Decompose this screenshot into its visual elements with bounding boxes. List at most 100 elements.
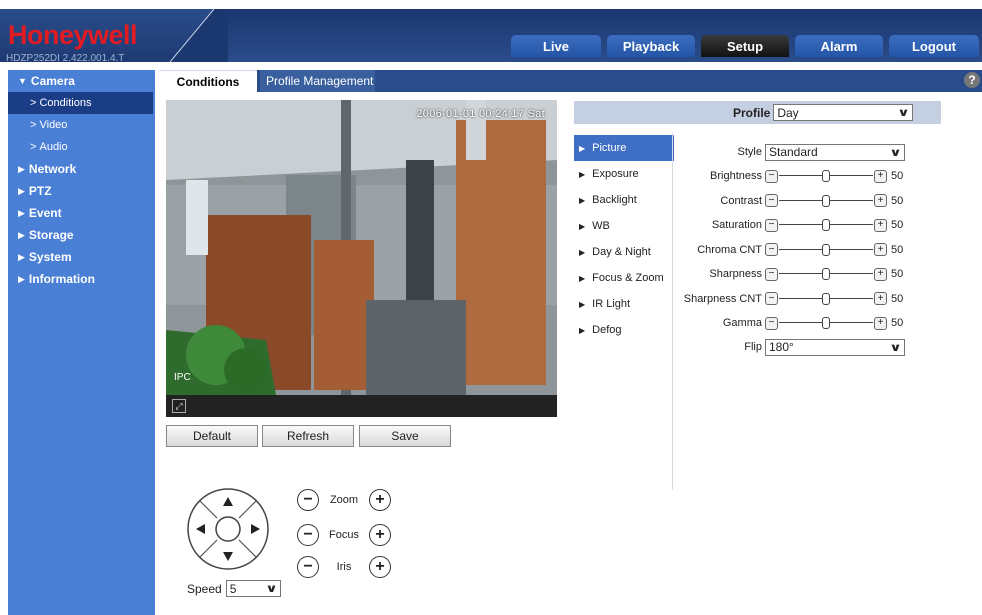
sidebar: ▼ Camera > Conditions > Video > Audio ▶ Ne… <box>8 70 155 615</box>
speed-label: Speed <box>187 581 222 596</box>
decrease-icon[interactable]: − <box>765 267 778 281</box>
slider-handle[interactable] <box>822 317 830 329</box>
help-icon[interactable]: ? <box>964 72 980 88</box>
chevron-down-icon: ∨ <box>889 146 902 159</box>
increase-icon[interactable]: + <box>874 243 887 256</box>
slider-value: 50 <box>891 170 904 182</box>
slider-track[interactable] <box>779 243 873 256</box>
iris-close-button[interactable]: − <box>297 556 319 578</box>
collapsed-triangle-icon: ▶ <box>18 251 25 262</box>
menu-item-exposure[interactable]: ▶ Exposure <box>574 161 674 187</box>
live-video-preview: 2006-01-01 00:24:17 Sat IPC ⤢ <box>166 100 557 417</box>
sidebar-item-event[interactable]: ▶ Event <box>8 202 155 224</box>
menu-item-backlight[interactable]: ▶ Backlight <box>574 187 674 213</box>
decrease-icon[interactable]: − <box>765 169 778 183</box>
brand-logo: Honeywell <box>8 20 138 50</box>
profile-select[interactable]: Day ∨ <box>773 104 914 121</box>
slider-track[interactable] <box>779 317 873 329</box>
decrease-icon[interactable]: − <box>765 218 778 232</box>
menu-item-ir-light[interactable]: ▶ IR Light <box>574 291 674 317</box>
iris-open-button[interactable]: + <box>369 556 391 578</box>
sidebar-item-information[interactable]: ▶ Information <box>8 268 155 290</box>
menu-item-day-night[interactable]: ▶ Day & Night <box>574 239 674 265</box>
video-toolbar: ⤢ <box>166 395 557 417</box>
tab-conditions[interactable]: Conditions <box>159 70 257 92</box>
tab-logout[interactable]: Logout <box>889 35 979 57</box>
menu-item-focus-zoom[interactable]: ▶ Focus & Zoom <box>574 265 674 291</box>
slider-label: Sharpness <box>709 268 762 280</box>
tab-setup[interactable]: Setup <box>701 35 789 57</box>
slider-handle[interactable] <box>822 170 830 182</box>
panel-divider <box>672 133 673 490</box>
slider-track[interactable] <box>779 170 873 182</box>
slider-row-saturation: Saturation − +50 <box>665 216 903 234</box>
sidebar-item-video[interactable]: > Video <box>8 114 155 136</box>
menu-item-wb[interactable]: ▶ WB <box>574 213 674 239</box>
content-tab-bar: Conditions Profile Management <box>159 70 982 92</box>
collapsed-triangle-icon: ▶ <box>18 185 25 196</box>
collapsed-triangle-icon: ▶ <box>18 273 25 284</box>
video-scene <box>166 100 557 395</box>
decrease-icon[interactable]: − <box>765 243 778 256</box>
focus-label: Focus <box>329 529 359 541</box>
slider-handle[interactable] <box>822 292 830 305</box>
refresh-button[interactable]: Refresh <box>262 425 354 447</box>
sidebar-item-system[interactable]: ▶ System <box>8 246 155 268</box>
default-button[interactable]: Default <box>166 425 258 447</box>
slider-track[interactable] <box>779 194 873 207</box>
chevron-down-icon: ∨ <box>264 583 278 595</box>
chevron-down-icon: ∨ <box>889 341 902 354</box>
slider-row-brightness: Brightness − +50 <box>665 167 903 185</box>
increase-icon[interactable]: + <box>874 194 887 207</box>
main-nav-tabs: Live Playback Setup Alarm Logout <box>511 35 979 57</box>
slider-label: Sharpness CNT <box>683 292 762 305</box>
speed-select[interactable]: 5 ∨ <box>225 580 281 597</box>
zoom-in-button[interactable]: + <box>369 489 391 511</box>
increase-icon[interactable]: + <box>874 169 887 183</box>
focus-near-button[interactable]: − <box>297 524 319 546</box>
slider-track[interactable] <box>779 292 873 305</box>
tab-profile-management[interactable]: Profile Management <box>260 70 375 92</box>
profile-label: Profile <box>733 105 771 120</box>
slider-handle[interactable] <box>822 268 830 280</box>
style-select[interactable]: Standard ∨ <box>765 143 905 161</box>
header-swoosh <box>169 9 229 62</box>
slider-handle[interactable] <box>822 243 830 256</box>
iris-label: Iris <box>336 561 352 573</box>
tab-alarm[interactable]: Alarm <box>795 35 883 57</box>
arrow-right-icon: ▶ <box>579 195 586 205</box>
slider-handle[interactable] <box>822 219 830 231</box>
decrease-icon[interactable]: − <box>765 292 778 305</box>
menu-item-picture[interactable]: ▶ Picture <box>574 135 674 161</box>
slider-row-gamma: Gamma − +50 <box>665 314 903 332</box>
tab-live[interactable]: Live <box>511 35 601 57</box>
slider-label: Gamma <box>722 317 762 329</box>
decrease-icon[interactable]: − <box>765 194 778 207</box>
slider-row-chroma-cnt: Chroma CNT − +50 <box>665 241 903 259</box>
save-button[interactable]: Save <box>359 425 451 447</box>
zoom-out-button[interactable]: − <box>297 489 319 511</box>
focus-far-button[interactable]: + <box>369 524 391 546</box>
fullscreen-icon[interactable]: ⤢ <box>172 399 186 413</box>
increase-icon[interactable]: + <box>874 316 887 330</box>
menu-item-defog[interactable]: ▶ Defog <box>574 317 674 343</box>
sidebar-item-camera[interactable]: ▼ Camera <box>8 70 155 92</box>
sidebar-item-ptz[interactable]: ▶ PTZ <box>8 180 155 202</box>
slider-track[interactable] <box>779 268 873 280</box>
sidebar-item-storage[interactable]: ▶ Storage <box>8 224 155 246</box>
increase-icon[interactable]: + <box>874 292 887 305</box>
decrease-icon[interactable]: − <box>765 316 778 330</box>
slider-track[interactable] <box>779 219 873 231</box>
increase-icon[interactable]: + <box>874 267 887 281</box>
sidebar-item-network[interactable]: ▶ Network <box>8 158 155 180</box>
logo-area: Honeywell HDZP252DI 2.422.001.4.T <box>0 9 229 64</box>
slider-handle[interactable] <box>822 194 830 207</box>
tab-playback[interactable]: Playback <box>607 35 695 57</box>
flip-select[interactable]: 180° ∨ <box>765 338 905 356</box>
chevron-down-icon: ∨ <box>897 107 911 119</box>
collapsed-triangle-icon: ▶ <box>18 229 25 240</box>
video-camera-label: IPC <box>174 372 191 383</box>
sidebar-item-audio[interactable]: > Audio <box>8 136 155 158</box>
increase-icon[interactable]: + <box>874 218 887 232</box>
sidebar-item-conditions[interactable]: > Conditions <box>8 92 153 114</box>
